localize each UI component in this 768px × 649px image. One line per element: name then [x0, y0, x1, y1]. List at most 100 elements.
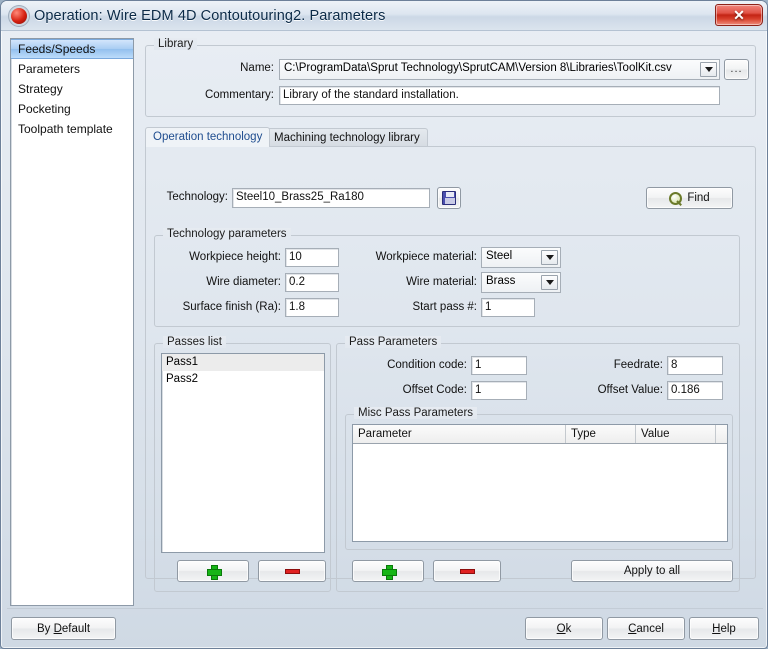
workpiece-material-combo[interactable]: Steel — [481, 247, 561, 268]
library-commentary-input[interactable]: Library of the standard installation. — [279, 86, 720, 105]
help-button[interactable]: Help — [689, 617, 759, 640]
tab-machining-technology-library[interactable]: Machining technology library — [266, 128, 428, 147]
technology-parameters-group: Technology parameters Workpiece height: … — [154, 228, 740, 327]
chevron-down-icon[interactable] — [700, 62, 717, 77]
wire-diameter-input[interactable]: 0.2 — [285, 273, 339, 292]
sidebar-item-toolpath-template[interactable]: Toolpath template — [11, 119, 133, 139]
technology-input[interactable]: Steel10_Brass25_Ra180 — [232, 188, 430, 208]
add-misc-parameter-button[interactable] — [352, 560, 424, 582]
sidebar-item-strategy[interactable]: Strategy — [11, 79, 133, 99]
tab-strip: Operation technology Machining technolog… — [145, 127, 756, 147]
library-name-value: C:\ProgramData\Sprut Technology\SprutCAM… — [284, 62, 672, 74]
surface-finish-input[interactable]: 1.8 — [285, 298, 339, 317]
feedrate-input[interactable]: 8 — [667, 356, 723, 375]
surface-finish-label: Surface finish (Ra): — [182, 301, 281, 313]
library-name-combo[interactable]: C:\ProgramData\Sprut Technology\SprutCAM… — [279, 59, 720, 80]
library-name-label: Name: — [240, 62, 274, 74]
cancel-button[interactable]: Cancel — [607, 617, 685, 640]
tab-operation-technology[interactable]: Operation technology — [145, 127, 271, 147]
chevron-down-icon[interactable] — [541, 250, 558, 265]
table-header-row: Parameter Type Value — [353, 425, 727, 444]
find-button-label: Find — [687, 192, 710, 204]
pass-item-label: Pass2 — [166, 373, 198, 385]
sidebar-item-label: Strategy — [18, 82, 63, 96]
dialog-footer: By Default Ok Cancel Help — [1, 608, 767, 648]
apply-to-all-label: Apply to all — [623, 565, 681, 577]
offset-code-input[interactable]: 1 — [471, 381, 527, 400]
by-default-post: efault — [61, 622, 91, 635]
passes-listbox[interactable]: Pass1 Pass2 — [161, 353, 325, 553]
feedrate-label: Feedrate: — [613, 359, 663, 371]
list-item[interactable]: Pass1 — [162, 354, 324, 371]
plus-icon — [381, 564, 397, 580]
magnifier-icon — [669, 191, 683, 205]
column-header-spacer — [716, 425, 727, 443]
title-bar: Operation: Wire EDM 4D Contoutouring2. P… — [1, 1, 767, 31]
sidebar-item-label: Parameters — [18, 62, 81, 76]
sidebar-item-pocketing[interactable]: Pocketing — [11, 99, 133, 119]
chevron-down-icon[interactable] — [541, 275, 558, 290]
floppy-save-icon — [442, 191, 456, 205]
wire-material-value: Brass — [486, 275, 516, 287]
library-browse-button[interactable]: ... — [724, 59, 749, 80]
wire-material-combo[interactable]: Brass — [481, 272, 561, 293]
find-button[interactable]: Find — [646, 187, 733, 209]
by-default-accel: D — [53, 622, 62, 635]
column-header-parameter[interactable]: Parameter — [353, 425, 566, 443]
footer-divider — [7, 608, 763, 609]
sidebar-item-label: Toolpath template — [18, 122, 113, 136]
condition-code-input[interactable]: 1 — [471, 356, 527, 375]
add-pass-button[interactable] — [177, 560, 249, 582]
wire-material-label: Wire material: — [406, 276, 477, 288]
pass-item-label: Pass1 — [166, 356, 198, 368]
remove-pass-button[interactable] — [258, 560, 326, 582]
by-default-pre: By — [36, 622, 54, 635]
dialog-window: Operation: Wire EDM 4D Contoutouring2. P… — [0, 0, 768, 649]
category-list[interactable]: Feeds/Speeds Parameters Strategy Pocketi… — [10, 38, 134, 606]
close-icon: ✕ — [733, 6, 745, 23]
technology-tab-container: Operation technology Machining technolog… — [145, 127, 756, 592]
passes-list-group-label: Passes list — [163, 336, 226, 348]
list-item[interactable]: Pass2 — [162, 371, 324, 388]
start-pass-input[interactable]: 1 — [481, 298, 535, 317]
ok-button[interactable]: Ok — [525, 617, 603, 640]
pass-parameters-group-label: Pass Parameters — [345, 336, 442, 348]
app-icon — [11, 7, 27, 24]
passes-list-group: Passes list Pass1 Pass2 — [154, 336, 331, 592]
workpiece-height-label: Workpiece height: — [189, 251, 281, 263]
apply-to-all-button[interactable]: Apply to all — [571, 560, 733, 582]
workpiece-material-label: Workpiece material: — [375, 251, 477, 263]
sidebar-item-label: Pocketing — [18, 102, 71, 116]
technology-save-button[interactable] — [437, 187, 461, 209]
tab-label: Operation technology — [153, 131, 263, 143]
technology-parameters-group-label: Technology parameters — [163, 228, 291, 240]
sidebar-item-parameters[interactable]: Parameters — [11, 59, 133, 79]
condition-code-label: Condition code: — [387, 359, 467, 371]
sidebar-item-feeds-speeds[interactable]: Feeds/Speeds — [11, 39, 133, 59]
workpiece-material-value: Steel — [486, 250, 513, 262]
workpiece-height-input[interactable]: 10 — [285, 248, 339, 267]
by-default-button[interactable]: By Default — [11, 617, 116, 640]
technology-label: Technology: — [166, 191, 228, 203]
help-post: elp — [720, 622, 736, 635]
ok-post: k — [565, 622, 572, 635]
library-commentary-label: Commentary: — [204, 89, 274, 101]
pass-parameters-group: Pass Parameters Condition code: 1 Offset… — [336, 336, 740, 592]
misc-pass-parameters-group-label: Misc Pass Parameters — [354, 407, 478, 419]
cancel-post: ancel — [636, 622, 664, 635]
close-button[interactable]: ✕ — [715, 4, 763, 26]
wire-diameter-label: Wire diameter: — [206, 276, 281, 288]
misc-parameters-table[interactable]: Parameter Type Value — [352, 424, 728, 542]
ok-accel: O — [556, 622, 566, 635]
column-header-type[interactable]: Type — [566, 425, 636, 443]
library-group-label: Library — [154, 38, 198, 50]
plus-icon — [206, 564, 222, 580]
minus-icon — [284, 568, 300, 574]
tab-panel-operation-technology: Technology: Steel10_Brass25_Ra180 Find T… — [145, 146, 756, 592]
dialog-client-area: Feeds/Speeds Parameters Strategy Pocketi… — [6, 33, 764, 611]
minus-icon — [459, 568, 475, 574]
offset-value-input[interactable]: 0.186 — [667, 381, 723, 400]
column-header-value[interactable]: Value — [636, 425, 716, 443]
sidebar-item-label: Feeds/Speeds — [18, 42, 96, 56]
remove-misc-parameter-button[interactable] — [433, 560, 501, 582]
